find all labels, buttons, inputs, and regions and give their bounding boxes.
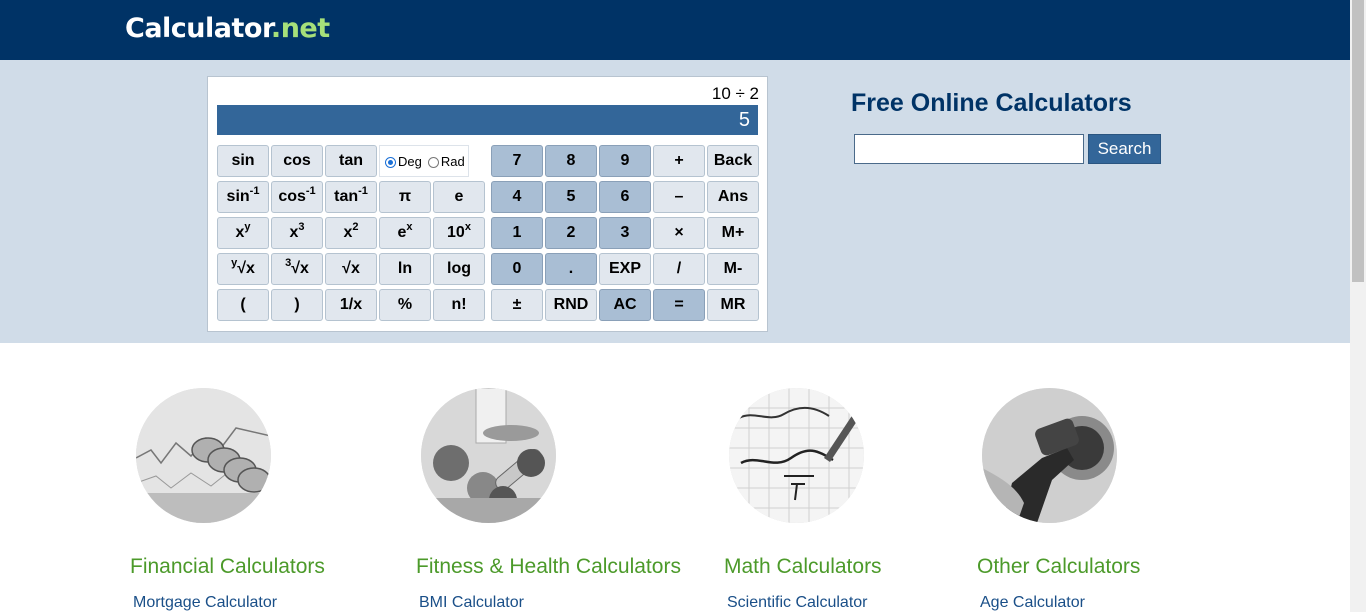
digit-4-button[interactable]: 4: [491, 181, 543, 213]
math-equation-image[interactable]: [729, 388, 864, 523]
deg-radio[interactable]: [385, 156, 396, 168]
base-x: x: [343, 224, 353, 241]
result-display: 5: [217, 105, 758, 135]
coins-chart-image[interactable]: [136, 388, 271, 523]
memory-plus-button[interactable]: M+: [707, 217, 759, 249]
digit-1-button[interactable]: 1: [491, 217, 543, 249]
expression-display: 10 ÷ 2: [711, 84, 759, 103]
digit-6-button[interactable]: 6: [599, 181, 651, 213]
square-root-button[interactable]: √x: [325, 253, 377, 285]
x-cubed-button[interactable]: x3: [271, 217, 323, 249]
rad-label: Rad: [440, 153, 465, 169]
log-button[interactable]: log: [433, 253, 485, 285]
root-x: x: [300, 260, 309, 277]
digit-7-button[interactable]: 7: [491, 145, 543, 177]
angle-mode-toggle: Deg Rad: [379, 145, 469, 177]
ln-button[interactable]: ln: [379, 253, 431, 285]
digit-0-button[interactable]: 0: [491, 253, 543, 285]
page-title: Free Online Calculators: [851, 89, 1132, 117]
search-input[interactable]: [854, 134, 1084, 164]
link-mortgage-calculator[interactable]: Mortgage Calculator: [133, 593, 277, 613]
base-x: x: [289, 224, 299, 241]
category-title-other[interactable]: Other Calculators: [977, 554, 1140, 580]
divide-button[interactable]: /: [653, 253, 705, 285]
fitness-food-image[interactable]: [421, 388, 556, 523]
multiply-button[interactable]: ×: [653, 217, 705, 249]
logo-suffix: net: [280, 13, 330, 44]
logo-dot: .: [270, 13, 281, 44]
x-power-y-button[interactable]: xy: [217, 217, 269, 249]
arcsin-button[interactable]: sin -1: [217, 181, 269, 213]
factorial-button[interactable]: n!: [433, 289, 485, 321]
tan-button[interactable]: tan: [325, 145, 377, 177]
x-squared-button[interactable]: x2: [325, 217, 377, 249]
base-x: x: [235, 224, 245, 241]
site-header: Calculator.net: [0, 0, 1350, 60]
rad-radio[interactable]: [427, 156, 439, 168]
cube-root-button[interactable]: 3 √ x: [271, 253, 323, 285]
digit-9-button[interactable]: 9: [599, 145, 651, 177]
link-scientific-calculator[interactable]: Scientific Calculator: [727, 593, 868, 613]
category-title-math[interactable]: Math Calculators: [724, 554, 882, 580]
root-x: x: [246, 260, 255, 277]
link-bmi-calculator[interactable]: BMI Calculator: [419, 593, 524, 613]
digit-2-button[interactable]: 2: [545, 217, 597, 249]
root-sign: √: [237, 260, 246, 277]
decimal-button[interactable]: .: [545, 253, 597, 285]
minus-button[interactable]: –: [653, 181, 705, 213]
e-power-x-button[interactable]: ex: [379, 217, 431, 249]
pi-button[interactable]: π: [379, 181, 431, 213]
percent-button[interactable]: %: [379, 289, 431, 321]
plus-minus-button[interactable]: ±: [491, 289, 543, 321]
cos-button[interactable]: cos: [271, 145, 323, 177]
sin-button[interactable]: sin: [217, 145, 269, 177]
arccos-button[interactable]: cos -1: [271, 181, 323, 213]
logo-text: Calculator: [125, 13, 271, 44]
reciprocal-button[interactable]: 1/x: [325, 289, 377, 321]
close-paren-button[interactable]: ): [271, 289, 323, 321]
base-e: e: [397, 224, 407, 241]
ans-button[interactable]: Ans: [707, 181, 759, 213]
root-index-3: 3: [285, 257, 292, 269]
arctan-button[interactable]: tan -1: [325, 181, 377, 213]
arcsin-label: sin: [226, 188, 250, 205]
site-logo[interactable]: Calculator.net: [125, 10, 330, 48]
digit-8-button[interactable]: 8: [545, 145, 597, 177]
base-10: 10: [447, 224, 465, 241]
open-paren-button[interactable]: (: [217, 289, 269, 321]
random-button[interactable]: RND: [545, 289, 597, 321]
arctan-label: tan: [334, 188, 359, 205]
category-title-financial[interactable]: Financial Calculators: [130, 554, 325, 580]
deg-label: Deg: [398, 153, 422, 169]
scrollbar-thumb[interactable]: [1352, 0, 1364, 282]
arccos-label: cos: [278, 188, 306, 205]
memory-minus-button[interactable]: M-: [707, 253, 759, 285]
y-root-button[interactable]: y √ x: [217, 253, 269, 285]
e-button[interactable]: e: [433, 181, 485, 213]
all-clear-button[interactable]: AC: [599, 289, 651, 321]
memory-recall-button[interactable]: MR: [707, 289, 759, 321]
category-title-fitness[interactable]: Fitness & Health Calculators: [416, 554, 681, 580]
root-index-y: y: [231, 257, 238, 269]
root-sign: √: [291, 260, 300, 277]
digit-3-button[interactable]: 3: [599, 217, 651, 249]
plus-button[interactable]: +: [653, 145, 705, 177]
search-button[interactable]: Search: [1088, 134, 1161, 164]
exp-button[interactable]: EXP: [599, 253, 651, 285]
back-button[interactable]: Back: [707, 145, 759, 177]
fuel-nozzle-image[interactable]: [982, 388, 1117, 523]
digit-5-button[interactable]: 5: [545, 181, 597, 213]
link-age-calculator[interactable]: Age Calculator: [980, 593, 1085, 613]
equals-button[interactable]: =: [653, 289, 705, 321]
ten-power-x-button[interactable]: 10 x: [433, 217, 485, 249]
